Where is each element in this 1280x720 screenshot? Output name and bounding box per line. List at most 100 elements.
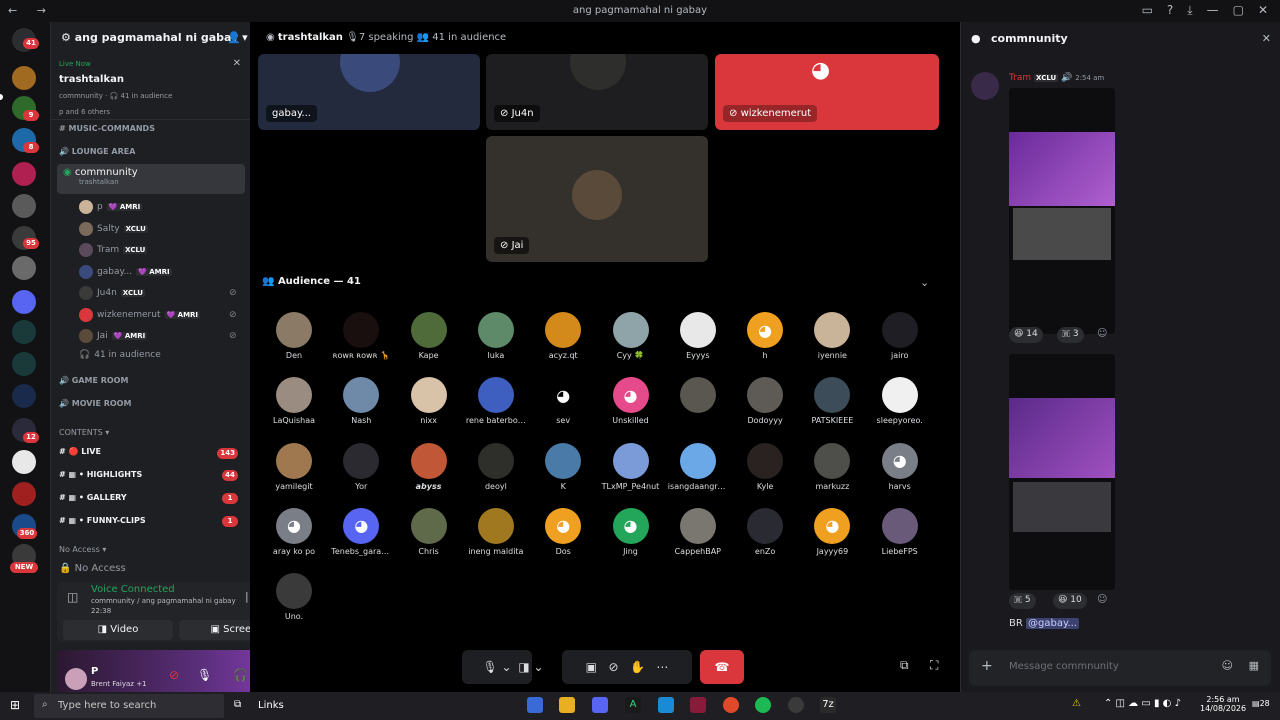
server-header[interactable]: ⚙ ang pagmamahal ni gabay ▾ 👤	[51, 22, 251, 54]
raise-hand-icon[interactable]: ✋	[630, 660, 645, 674]
screenshot-image[interactable]	[1009, 88, 1115, 334]
audience-member[interactable]: LiebeFPS	[870, 507, 930, 568]
audience-member[interactable]: luka	[466, 312, 526, 372]
fullscreen-icon[interactable]: ⛶	[930, 658, 938, 673]
avatar[interactable]	[65, 668, 87, 690]
member-row[interactable]: p 💜 AMRI	[79, 200, 143, 214]
nvidia-icon[interactable]: A	[625, 697, 641, 713]
audience-member[interactable]: Den	[264, 312, 324, 372]
audience-member[interactable]: ʀᴏᴡʀ ʀᴏᴡʀ 🦒	[331, 312, 391, 372]
channel-gallery[interactable]: # ▦ • GALLERY	[59, 493, 127, 502]
member-row[interactable]: gabay... 💜 AMRI	[79, 265, 172, 279]
audience-member[interactable]: ◕ harvs	[870, 442, 930, 503]
channel-live[interactable]: # 🔴 LIVE	[59, 447, 101, 456]
app-icon[interactable]	[527, 697, 543, 713]
audience-member[interactable]: nixx	[399, 377, 459, 437]
notification-icon[interactable]: ▤28	[1252, 699, 1270, 708]
windows-start-icon[interactable]: ⊞	[10, 698, 20, 712]
audience-member[interactable]: ◕ Tenebs_garapal	[331, 507, 391, 568]
add-reaction-icon[interactable]: ☺	[1097, 594, 1107, 605]
audience-member[interactable]: Uno.	[264, 573, 324, 633]
speaker-tile[interactable]: ⊘ Jai	[486, 136, 708, 262]
app-icon[interactable]	[788, 697, 804, 713]
plus-icon[interactable]: +	[981, 658, 993, 674]
channel-no-access[interactable]: 🔒 No Access	[59, 563, 126, 574]
camera-control[interactable]: ◨ ⌄	[508, 650, 554, 684]
channel-game[interactable]: 🔊 GAME ROOM	[59, 376, 128, 385]
app-icon[interactable]	[690, 697, 706, 713]
member-row[interactable]: Ju4n XCLU ⊘	[79, 286, 237, 300]
server-icon[interactable]	[12, 194, 36, 218]
audience-member[interactable]: markuzz	[802, 442, 862, 503]
audience-member[interactable]: deoyl	[466, 442, 526, 503]
popout-icon[interactable]: ⧉	[900, 658, 909, 673]
signal-icon[interactable]: ◫	[67, 590, 78, 604]
server-icon[interactable]	[12, 352, 36, 376]
server-icon[interactable]	[12, 66, 36, 90]
channel-movie[interactable]: 🔊 MOVIE ROOM	[59, 399, 131, 408]
server-icon[interactable]	[12, 482, 36, 506]
category-no-access[interactable]: No Access ▾	[59, 545, 106, 554]
reaction[interactable]: 😆 14	[1009, 327, 1043, 343]
add-reaction-icon[interactable]: ☺	[1097, 328, 1107, 339]
download-icon[interactable]: ⤓	[1187, 3, 1192, 18]
audience-member[interactable]: ◕ Dos	[533, 507, 593, 568]
close-icon[interactable]: ✕	[1262, 32, 1271, 45]
audience-member[interactable]: ◕ sev	[533, 377, 593, 437]
spotify-icon[interactable]	[755, 697, 771, 713]
audience-member[interactable]: PATSKIEEE	[802, 377, 862, 437]
category-contents[interactable]: CONTENTS ▾	[59, 428, 109, 437]
7zip-icon[interactable]: 7z	[820, 697, 836, 713]
links-toolbar[interactable]: Links	[258, 700, 284, 711]
channel-commnunity[interactable]: ◉ commnunity trashtalkan	[57, 164, 245, 194]
channel-highlights[interactable]: # ▦ • HIGHLIGHTS	[59, 470, 142, 479]
message-author[interactable]: Tram	[1009, 73, 1031, 83]
close-icon[interactable]: ✕	[233, 58, 241, 69]
audience-member[interactable]: Dodoyyy	[735, 377, 795, 437]
activity-icon[interactable]: ⊘	[608, 660, 618, 674]
server-icon[interactable]	[12, 290, 36, 314]
clock[interactable]: 2:56 am 14/08/2026	[1200, 695, 1246, 713]
audience-member[interactable]: acyz.qt	[533, 312, 593, 372]
file-explorer-icon[interactable]	[559, 697, 575, 713]
headphones-icon[interactable]: 🎧	[233, 668, 248, 682]
video-button[interactable]: ◨ Video	[63, 620, 173, 640]
screenshot-image[interactable]	[1009, 354, 1115, 590]
edge-icon[interactable]	[658, 697, 674, 713]
server-icon[interactable]	[12, 450, 36, 474]
apps-icon[interactable]: ▦	[1249, 659, 1259, 672]
audience-member[interactable]: Kape	[399, 312, 459, 372]
inbox-icon[interactable]: ▭	[1142, 3, 1153, 18]
audience-member[interactable]: 𝙖𝙗𝙮𝙨𝙨	[399, 442, 459, 503]
audience-count-row[interactable]: 🎧 41 in audience	[79, 350, 161, 360]
more-icon[interactable]: ⋯	[656, 660, 668, 674]
speaker-tile[interactable]: ◕ ⊘ wizkenemerut	[715, 54, 939, 130]
taskbar-search[interactable]: ⌕ Type here to search	[34, 694, 224, 718]
screen-share-icon[interactable]: ▣	[586, 660, 597, 674]
member-row[interactable]: wizkenemerut 💜 AMRI ⊘	[79, 308, 237, 322]
audience-member[interactable]: sleepyoreo.	[870, 377, 930, 437]
channel-music[interactable]: # MUSIC-COMMANDS	[59, 124, 155, 133]
audience-member[interactable]: CappehBAP	[668, 507, 728, 568]
audience-member[interactable]: ineng maldita	[466, 507, 526, 568]
channel-funny-clips[interactable]: # ▦ • FUNNY-CLIPS	[59, 516, 146, 525]
minimize-icon[interactable]: —	[1207, 3, 1219, 18]
live-now-panel[interactable]: Live Now trashtalkan commnunity · 🎧 41 i…	[51, 54, 251, 120]
audience-member[interactable]: TLxMP_Pe4nut	[601, 442, 661, 503]
camera-off-icon[interactable]: ⊘	[169, 668, 179, 682]
audience-member[interactable]: ◕ Unskilled	[601, 377, 661, 437]
audience-member[interactable]: LaQuishaa	[264, 377, 324, 437]
voice-path[interactable]: commnunity / ang pagmamahal ni gabay	[91, 597, 236, 605]
channel-lounge[interactable]: 🔊 LOUNGE AREA	[59, 147, 135, 156]
leave-call-button[interactable]: ☎	[700, 650, 744, 684]
audience-member[interactable]: Eyyys	[668, 312, 728, 372]
help-icon[interactable]: ?	[1167, 3, 1173, 18]
audience-member[interactable]: ◕ h	[735, 312, 795, 372]
add-member-icon[interactable]: 👤	[227, 31, 241, 44]
server-icon[interactable]	[12, 384, 36, 408]
audience-member[interactable]: yamilegit	[264, 442, 324, 503]
audience-member[interactable]: iyennie	[802, 312, 862, 372]
emoji-icon[interactable]: ☺	[1222, 659, 1233, 672]
audience-member[interactable]	[668, 377, 728, 437]
user-mention[interactable]: @gabay...	[1026, 618, 1079, 629]
